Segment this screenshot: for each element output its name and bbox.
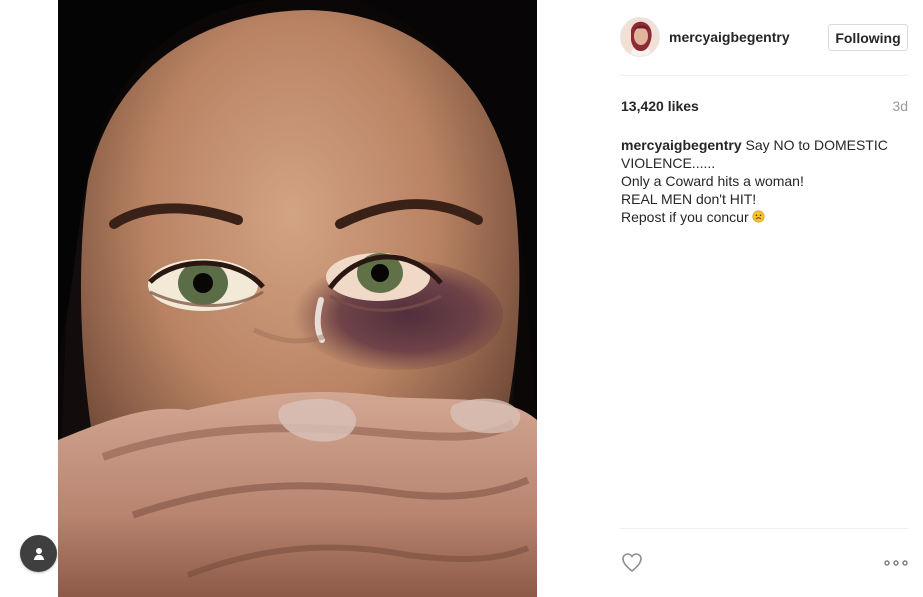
post-time[interactable]: 3d — [892, 98, 908, 114]
user-tag-button[interactable] — [20, 535, 57, 572]
avatar[interactable] — [620, 17, 660, 57]
caption-line-4: Repost if you concur — [621, 208, 906, 226]
caption-line-1: mercyaigbegentry Say NO to DOMESTIC VIOL… — [621, 136, 906, 172]
username[interactable]: mercyaigbegentry — [669, 29, 790, 45]
likes-count[interactable]: 13,420 likes — [621, 98, 699, 114]
more-options-button[interactable] — [883, 556, 909, 570]
heart-icon — [622, 553, 642, 572]
caption-text-4: Repost if you concur — [621, 209, 749, 225]
caption-username[interactable]: mercyaigbegentry — [621, 137, 742, 153]
sad-face-icon — [752, 210, 765, 223]
person-icon — [33, 547, 44, 560]
post-image[interactable] — [58, 0, 537, 597]
left-margin — [0, 0, 58, 597]
portrait-photo — [58, 0, 537, 597]
instagram-post-page: mercyaigbegentry Following 13,420 likes … — [0, 0, 923, 597]
post-caption: mercyaigbegentry Say NO to DOMESTIC VIOL… — [621, 136, 906, 226]
header-separator — [620, 75, 908, 76]
caption-text-3: REAL MEN don't HIT! — [621, 191, 757, 207]
profile-photo-icon — [621, 18, 659, 56]
more-options-icon — [884, 560, 908, 566]
post-sidebar — [590, 0, 923, 597]
following-button[interactable]: Following — [828, 24, 908, 51]
actions-separator — [620, 528, 908, 529]
caption-text-2: Only a Coward hits a woman! — [621, 173, 804, 189]
like-button[interactable] — [620, 550, 644, 574]
